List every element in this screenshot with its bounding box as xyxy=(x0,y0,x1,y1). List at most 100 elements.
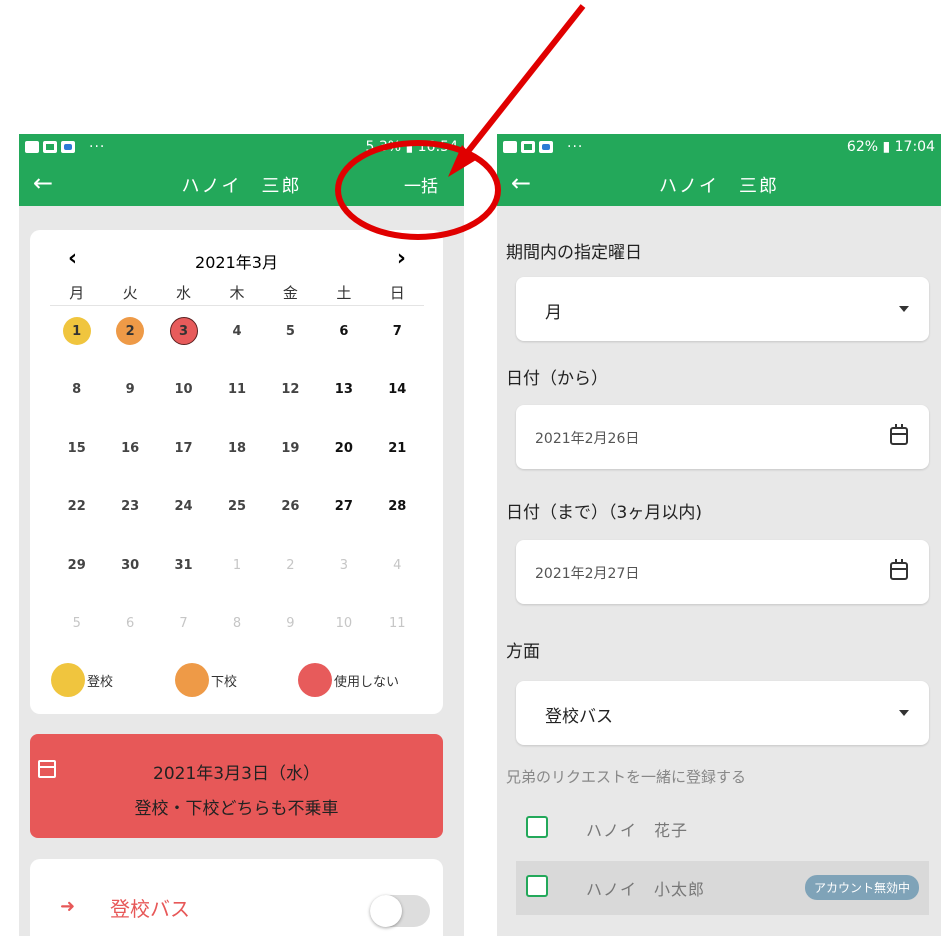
calendar-day[interactable]: 7 xyxy=(371,317,424,376)
calendar-day[interactable]: 28 xyxy=(371,493,424,552)
calendar-day-number: 10 xyxy=(174,382,193,397)
calendar-day-number: 9 xyxy=(286,616,295,631)
bus-card: ➜ 登校バス xyxy=(30,859,443,936)
direction-value: 登校バス xyxy=(545,707,613,727)
calendar-day[interactable]: 7 xyxy=(157,610,210,669)
calendar-day[interactable]: 3 xyxy=(317,551,370,610)
calendar-day[interactable]: 1 xyxy=(210,551,263,610)
calendar-day-number: 28 xyxy=(388,499,407,514)
date-from-field[interactable]: 2021年2月26日 xyxy=(516,405,929,469)
calendar-day[interactable]: 8 xyxy=(50,376,103,435)
calendar-day-number: 17 xyxy=(174,440,193,456)
bulk-button[interactable]: 一括 xyxy=(404,172,438,197)
message-icon xyxy=(61,141,75,153)
calendar-day-number: 8 xyxy=(72,382,82,397)
legend-item-attend: 登校 xyxy=(51,663,113,697)
calendar-day[interactable]: 11 xyxy=(371,610,424,669)
calendar-day[interactable]: 19 xyxy=(264,434,317,493)
calendar-day-number: 6 xyxy=(339,323,349,339)
chevron-right-icon[interactable]: › xyxy=(397,248,406,270)
direction-select[interactable]: 登校バス xyxy=(516,681,929,745)
calendar-day[interactable]: 8 xyxy=(210,610,263,669)
message-icon xyxy=(539,141,553,153)
caret-down-icon xyxy=(899,306,909,312)
calendar-day[interactable]: 13 xyxy=(317,376,370,435)
sibling-name: ハノイ 花子 xyxy=(586,821,689,840)
calendar-day[interactable]: 14 xyxy=(371,376,424,435)
calendar-day[interactable]: 11 xyxy=(210,376,263,435)
calendar-day[interactable]: 27 xyxy=(317,493,370,552)
calendar-day[interactable]: 9 xyxy=(264,610,317,669)
calendar-day[interactable]: 2 xyxy=(103,317,156,376)
bus-toggle[interactable] xyxy=(370,895,430,927)
calendar-day-number: 24 xyxy=(174,499,193,514)
weekday-label: 木 xyxy=(229,284,245,302)
calendar-day[interactable]: 22 xyxy=(50,493,103,552)
calendar-day[interactable]: 29 xyxy=(50,551,103,610)
selected-date: 2021年3月3日（水） xyxy=(153,764,320,784)
calendar-day-number: 1 xyxy=(62,317,91,345)
calendar-day-number: 5 xyxy=(285,323,295,339)
calendar-card: ‹ 2021年3月 › 月火水木金土日 1 2 3 4 5 6 7 8 9 10 11 12 13 14 1… xyxy=(30,230,443,714)
calendar-day[interactable]: 23 xyxy=(103,493,156,552)
calendar-icon[interactable] xyxy=(890,559,908,580)
legend-dot-leave xyxy=(175,663,209,697)
calendar-day[interactable]: 25 xyxy=(210,493,263,552)
calendar-day[interactable]: 17 xyxy=(157,434,210,493)
direction-label: 方面 xyxy=(506,642,540,662)
calendar-day-number: 11 xyxy=(388,616,406,631)
siblings-label: 兄弟のリクエストを一緒に登録する xyxy=(506,768,747,786)
caret-down-icon xyxy=(899,710,909,716)
calendar-day-number: 25 xyxy=(227,499,247,514)
calendar-day-number: 29 xyxy=(67,557,86,573)
calendar-day[interactable]: 6 xyxy=(103,610,156,669)
date-from-value: 2021年2月26日 xyxy=(535,431,640,447)
account-inactive-badge: アカウント無効中 xyxy=(804,875,919,900)
calendar-day[interactable]: 20 xyxy=(317,434,370,493)
date-to-field[interactable]: 2021年2月27日 xyxy=(516,540,929,604)
weekday-label: 日 xyxy=(389,284,405,302)
calendar-day[interactable]: 9 xyxy=(103,376,156,435)
calendar-grid: 1 2 3 4 5 6 7 8 9 10 11 12 13 14 15 16 17 18 19 20 21 22 23 24 2… xyxy=(50,317,424,668)
legend-item-none: 使用しない xyxy=(298,663,399,697)
calendar-day-number: 14 xyxy=(388,382,407,397)
calendar-day[interactable]: 26 xyxy=(264,493,317,552)
calendar-day-number: 31 xyxy=(174,557,193,573)
calendar-day[interactable]: 6 xyxy=(317,317,370,376)
date-from-label: 日付（から） xyxy=(506,369,608,389)
calendar-legend: 登校 下校 使用しない xyxy=(30,663,443,697)
calendar-day[interactable]: 24 xyxy=(157,493,210,552)
calendar-day[interactable]: 4 xyxy=(371,551,424,610)
calendar-day[interactable]: 18 xyxy=(210,434,263,493)
page-title: ハノイ 三郎 xyxy=(659,176,779,197)
app-bar: ← ハノイ 三郎 一括 xyxy=(19,160,464,206)
calendar-day[interactable]: 16 xyxy=(103,434,156,493)
calendar-day[interactable]: 4 xyxy=(210,317,263,376)
sibling-checkbox[interactable] xyxy=(526,816,548,838)
calendar-day[interactable]: 31 xyxy=(157,551,210,610)
legend-label: 下校 xyxy=(211,674,238,690)
calendar-day-number: 2 xyxy=(116,317,145,345)
calendar-day[interactable]: 2 xyxy=(264,551,317,610)
weekday-select[interactable]: 月 xyxy=(516,277,929,341)
calendar-day-number: 16 xyxy=(121,440,140,456)
calendar-day[interactable]: 10 xyxy=(317,610,370,669)
calendar-day[interactable]: 10 xyxy=(157,376,210,435)
calendar-day[interactable]: 30 xyxy=(103,551,156,610)
app-notification-icon xyxy=(521,141,535,153)
calendar-day[interactable]: 3 xyxy=(157,317,210,376)
calendar-day[interactable]: 1 xyxy=(50,317,103,376)
calendar-day-number: 26 xyxy=(281,499,300,514)
calendar-day[interactable]: 12 xyxy=(264,376,317,435)
calendar-day[interactable]: 15 xyxy=(50,434,103,493)
calendar-day-number: 5 xyxy=(72,616,81,631)
sibling-checkbox[interactable] xyxy=(526,875,548,897)
calendar-icon[interactable] xyxy=(890,424,908,445)
calendar-header: ‹ 2021年3月 › xyxy=(30,246,443,274)
notification-icons: ··· xyxy=(503,139,583,155)
calendar-day[interactable]: 5 xyxy=(50,610,103,669)
calendar-day[interactable]: 5 xyxy=(264,317,317,376)
calendar-day[interactable]: 21 xyxy=(371,434,424,493)
selected-date-status: 登校・下校どちらも不乗車 xyxy=(134,799,339,819)
more-notifications-icon: ··· xyxy=(89,139,106,155)
